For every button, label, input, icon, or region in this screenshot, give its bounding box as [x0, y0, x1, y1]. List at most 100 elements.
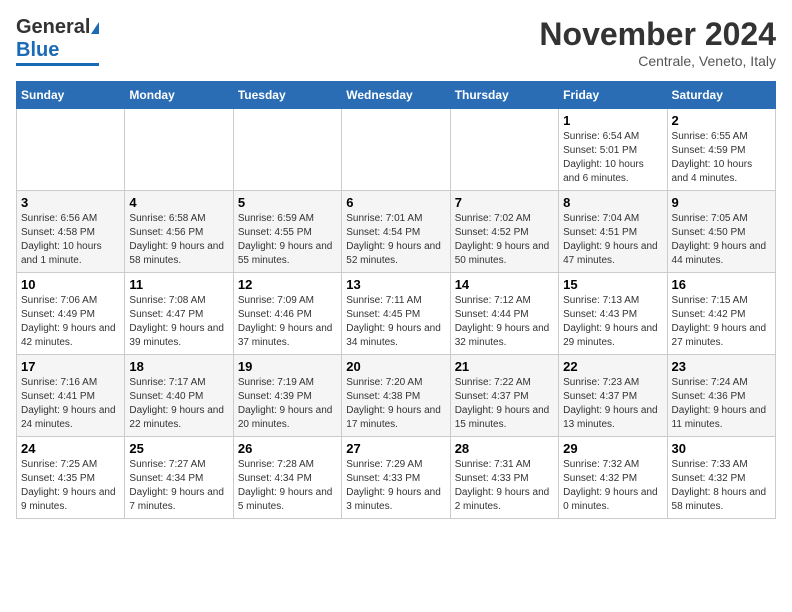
day-info: Sunrise: 7:22 AM Sunset: 4:37 PM Dayligh…: [455, 376, 554, 432]
day-number: 25: [129, 441, 228, 456]
day-number: 11: [129, 277, 228, 292]
day-number: 27: [346, 441, 445, 456]
table-row: 6Sunrise: 7:01 AM Sunset: 4:54 PM Daylig…: [342, 191, 450, 273]
table-row: 21 Sunrise: 7:22 AM Sunset: 4:37 PM Dayli…: [450, 355, 558, 437]
header-tuesday: Tuesday: [233, 82, 341, 109]
day-number: 23: [672, 359, 771, 374]
day-number: 6: [346, 195, 445, 210]
calendar-table: Sunday Monday Tuesday Wednesday Thursday…: [16, 81, 776, 519]
calendar-header-row: Sunday Monday Tuesday Wednesday Thursday…: [17, 82, 776, 109]
header-monday: Monday: [125, 82, 233, 109]
header-sunday: Sunday: [17, 82, 125, 109]
day-number: 16: [672, 277, 771, 292]
day-info: Sunrise: 7:24 AM Sunset: 4:36 PM Dayligh…: [672, 376, 771, 432]
calendar-week-3: 10Sunrise: 7:06 AM Sunset: 4:49 PM Dayli…: [17, 273, 776, 355]
table-row: 5Sunrise: 6:59 AM Sunset: 4:55 PM Daylig…: [233, 191, 341, 273]
table-row: 13Sunrise: 7:11 AM Sunset: 4:45 PM Dayli…: [342, 273, 450, 355]
table-row: 7 Sunrise: 7:02 AM Sunset: 4:52 PM Daylig…: [450, 191, 558, 273]
day-number: 7: [455, 195, 554, 210]
table-row: 8 Sunrise: 7:04 AM Sunset: 4:51 PM Daylig…: [559, 191, 667, 273]
day-info: Sunrise: 7:19 AM Sunset: 4:39 PM Dayligh…: [238, 376, 337, 432]
day-info: Sunrise: 7:16 AM Sunset: 4:41 PM Dayligh…: [21, 376, 120, 432]
day-info: Sunrise: 7:11 AM Sunset: 4:45 PM Dayligh…: [346, 294, 445, 350]
table-row: 9 Sunrise: 7:05 AM Sunset: 4:50 PM Daylig…: [667, 191, 775, 273]
logo-underline: [16, 63, 99, 66]
month-title: November 2024: [539, 16, 776, 53]
day-number: 1: [563, 113, 662, 128]
table-row: 27 Sunrise: 7:29 AM Sunset: 4:33 PM Dayli…: [342, 437, 450, 519]
logo-blue-text: Blue: [16, 39, 59, 62]
day-number: 18: [129, 359, 228, 374]
day-info: Sunrise: 7:23 AM Sunset: 4:37 PM Dayligh…: [563, 376, 662, 432]
day-info: Sunrise: 7:20 AM Sunset: 4:38 PM Dayligh…: [346, 376, 445, 432]
table-row: [342, 109, 450, 191]
header-saturday: Saturday: [667, 82, 775, 109]
day-number: 21: [455, 359, 554, 374]
logo: General Blue: [16, 16, 99, 66]
table-row: 15 Sunrise: 7:13 AM Sunset: 4:43 PM Dayli…: [559, 273, 667, 355]
day-number: 19: [238, 359, 337, 374]
day-info: Sunrise: 7:31 AM Sunset: 4:33 PM Dayligh…: [455, 458, 554, 514]
calendar-week-4: 17 Sunrise: 7:16 AM Sunset: 4:41 PM Dayli…: [17, 355, 776, 437]
day-number: 15: [563, 277, 662, 292]
table-row: 22 Sunrise: 7:23 AM Sunset: 4:37 PM Dayli…: [559, 355, 667, 437]
day-number: 8: [563, 195, 662, 210]
table-row: [17, 109, 125, 191]
day-info: Sunrise: 6:56 AM Sunset: 4:58 PM Dayligh…: [21, 212, 120, 268]
day-info: Sunrise: 7:27 AM Sunset: 4:34 PM Dayligh…: [129, 458, 228, 514]
day-number: 20: [346, 359, 445, 374]
day-number: 22: [563, 359, 662, 374]
table-row: 11 Sunrise: 7:08 AM Sunset: 4:47 PM Dayli…: [125, 273, 233, 355]
calendar-week-2: 3Sunrise: 6:56 AM Sunset: 4:58 PM Daylig…: [17, 191, 776, 273]
day-number: 14: [455, 277, 554, 292]
day-number: 12: [238, 277, 337, 292]
day-info: Sunrise: 6:59 AM Sunset: 4:55 PM Dayligh…: [238, 212, 337, 268]
table-row: 26Sunrise: 7:28 AM Sunset: 4:34 PM Dayli…: [233, 437, 341, 519]
day-info: Sunrise: 7:12 AM Sunset: 4:44 PM Dayligh…: [455, 294, 554, 350]
day-number: 2: [672, 113, 771, 128]
header-friday: Friday: [559, 82, 667, 109]
table-row: 1 Sunrise: 6:54 AM Sunset: 5:01 PM Daylig…: [559, 109, 667, 191]
table-row: 19 Sunrise: 7:19 AM Sunset: 4:39 PM Dayli…: [233, 355, 341, 437]
day-info: Sunrise: 7:06 AM Sunset: 4:49 PM Dayligh…: [21, 294, 120, 350]
day-number: 29: [563, 441, 662, 456]
day-number: 30: [672, 441, 771, 456]
day-info: Sunrise: 7:17 AM Sunset: 4:40 PM Dayligh…: [129, 376, 228, 432]
table-row: 16Sunrise: 7:15 AM Sunset: 4:42 PM Dayli…: [667, 273, 775, 355]
table-row: 20 Sunrise: 7:20 AM Sunset: 4:38 PM Dayli…: [342, 355, 450, 437]
day-info: Sunrise: 7:32 AM Sunset: 4:32 PM Dayligh…: [563, 458, 662, 514]
table-row: 30 Sunrise: 7:33 AM Sunset: 4:32 PM Dayli…: [667, 437, 775, 519]
table-row: 18 Sunrise: 7:17 AM Sunset: 4:40 PM Dayli…: [125, 355, 233, 437]
day-info: Sunrise: 7:05 AM Sunset: 4:50 PM Dayligh…: [672, 212, 771, 268]
day-info: Sunrise: 7:28 AM Sunset: 4:34 PM Dayligh…: [238, 458, 337, 514]
table-row: [233, 109, 341, 191]
day-number: 9: [672, 195, 771, 210]
logo-general-text: General: [16, 16, 90, 39]
header-wednesday: Wednesday: [342, 82, 450, 109]
day-info: Sunrise: 7:04 AM Sunset: 4:51 PM Dayligh…: [563, 212, 662, 268]
table-row: 28Sunrise: 7:31 AM Sunset: 4:33 PM Dayli…: [450, 437, 558, 519]
day-info: Sunrise: 7:08 AM Sunset: 4:47 PM Dayligh…: [129, 294, 228, 350]
table-row: 17 Sunrise: 7:16 AM Sunset: 4:41 PM Dayli…: [17, 355, 125, 437]
header-thursday: Thursday: [450, 82, 558, 109]
calendar-week-1: 1 Sunrise: 6:54 AM Sunset: 5:01 PM Daylig…: [17, 109, 776, 191]
day-number: 24: [21, 441, 120, 456]
logo-triangle-icon: [91, 22, 99, 34]
table-row: 24 Sunrise: 7:25 AM Sunset: 4:35 PM Dayli…: [17, 437, 125, 519]
calendar-week-5: 24 Sunrise: 7:25 AM Sunset: 4:35 PM Dayli…: [17, 437, 776, 519]
day-info: Sunrise: 7:29 AM Sunset: 4:33 PM Dayligh…: [346, 458, 445, 514]
day-info: Sunrise: 7:02 AM Sunset: 4:52 PM Dayligh…: [455, 212, 554, 268]
table-row: 12 Sunrise: 7:09 AM Sunset: 4:46 PM Dayli…: [233, 273, 341, 355]
day-info: Sunrise: 7:09 AM Sunset: 4:46 PM Dayligh…: [238, 294, 337, 350]
day-info: Sunrise: 7:25 AM Sunset: 4:35 PM Dayligh…: [21, 458, 120, 514]
day-info: Sunrise: 7:13 AM Sunset: 4:43 PM Dayligh…: [563, 294, 662, 350]
table-row: 10Sunrise: 7:06 AM Sunset: 4:49 PM Dayli…: [17, 273, 125, 355]
day-number: 17: [21, 359, 120, 374]
day-info: Sunrise: 6:55 AM Sunset: 4:59 PM Dayligh…: [672, 130, 771, 186]
title-section: November 2024 Centrale, Veneto, Italy: [539, 16, 776, 69]
day-info: Sunrise: 7:33 AM Sunset: 4:32 PM Dayligh…: [672, 458, 771, 514]
table-row: 3Sunrise: 6:56 AM Sunset: 4:58 PM Daylig…: [17, 191, 125, 273]
table-row: 29 Sunrise: 7:32 AM Sunset: 4:32 PM Dayli…: [559, 437, 667, 519]
table-row: 4Sunrise: 6:58 AM Sunset: 4:56 PM Daylig…: [125, 191, 233, 273]
day-info: Sunrise: 6:54 AM Sunset: 5:01 PM Dayligh…: [563, 130, 662, 186]
